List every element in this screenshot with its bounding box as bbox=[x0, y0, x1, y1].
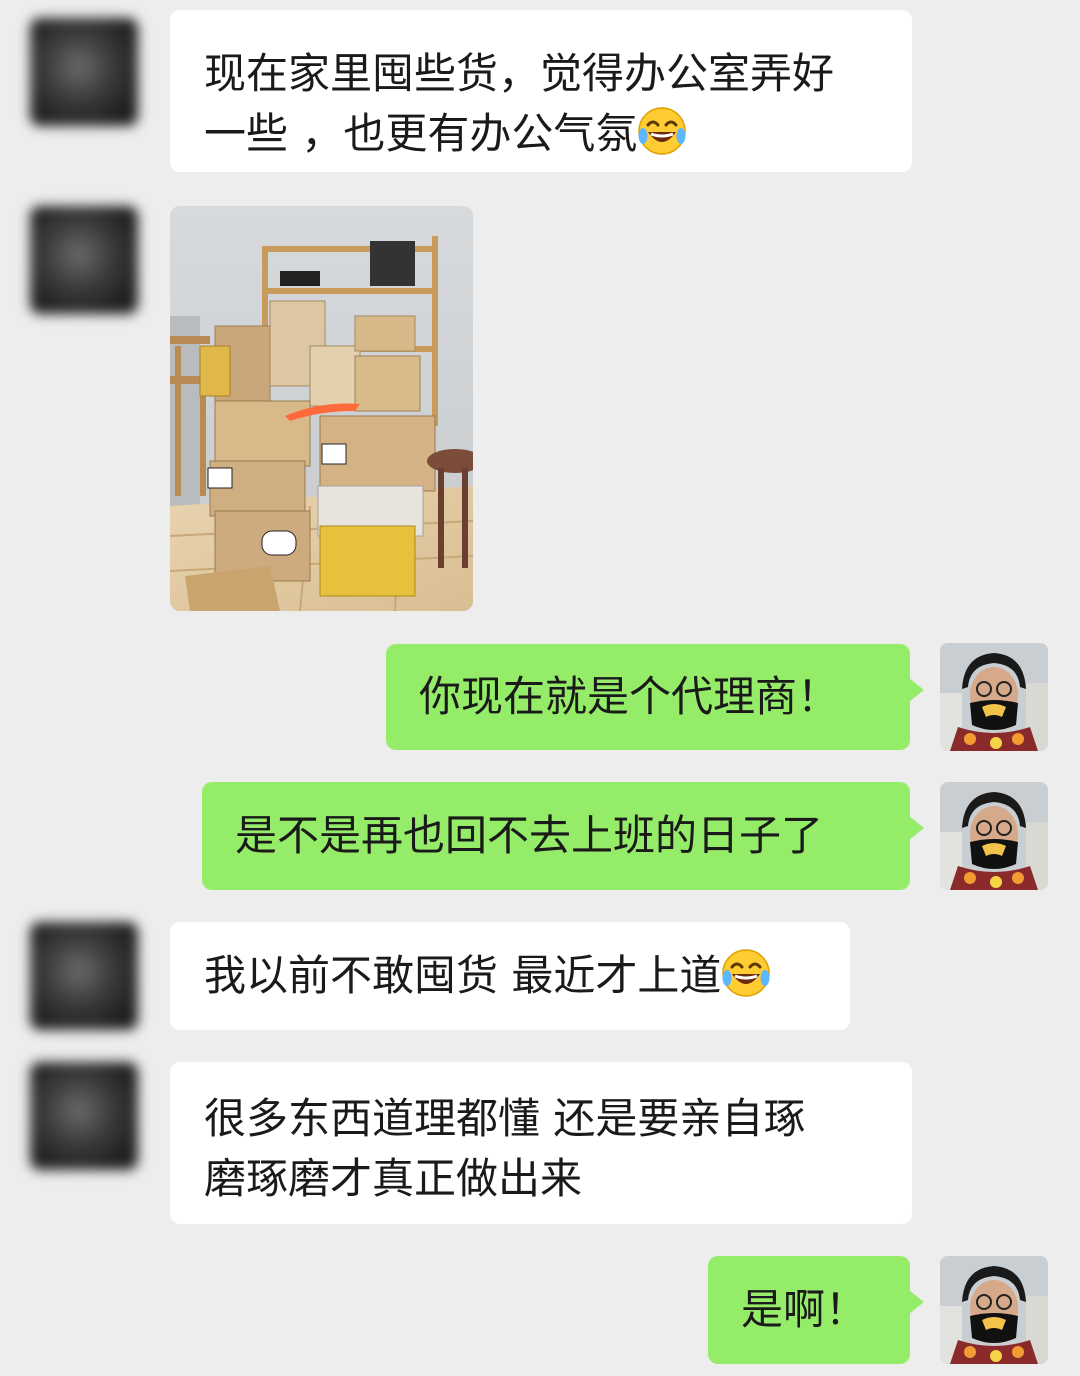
message-text: 是啊！ bbox=[741, 1285, 868, 1334]
user-avatar[interactable] bbox=[940, 643, 1048, 751]
message-text: 现在家里囤些货，觉得办公室弄好 一些 ，也更有办公气氛 bbox=[204, 49, 835, 158]
user-avatar[interactable] bbox=[940, 782, 1048, 890]
user-avatar[interactable] bbox=[940, 1256, 1048, 1364]
contact-avatar[interactable] bbox=[30, 206, 138, 314]
message-bubble[interactable]: 是不是再也回不去上班的日子了 bbox=[202, 782, 924, 890]
message-text: 是不是再也回不去上班的日子了 bbox=[235, 811, 824, 860]
message-bubble[interactable]: 是啊！ bbox=[708, 1256, 924, 1364]
message-bubble[interactable]: 现在家里囤些货，觉得办公室弄好 一些 ，也更有办公气氛 bbox=[170, 10, 912, 172]
message-bubble[interactable]: 你现在就是个代理商！ bbox=[386, 644, 924, 750]
laughing-emoji-icon bbox=[638, 107, 687, 155]
laughing-emoji-icon bbox=[722, 949, 771, 997]
contact-avatar[interactable] bbox=[30, 1062, 138, 1170]
message-bubble[interactable]: 我以前不敢囤货 最近才上道 bbox=[170, 922, 850, 1030]
boxes-on-shelf-photo[interactable] bbox=[170, 206, 473, 611]
message-text: 你现在就是个代理商！ bbox=[419, 672, 840, 721]
contact-avatar[interactable] bbox=[30, 18, 138, 126]
message-bubble[interactable]: 很多东西道理都懂 还是要亲自琢 磨琢磨才真正做出来 bbox=[170, 1062, 912, 1224]
contact-avatar[interactable] bbox=[30, 922, 138, 1030]
message-text: 我以前不敢囤货 最近才上道 bbox=[204, 951, 722, 1000]
message-text: 很多东西道理都懂 还是要亲自琢 磨琢磨才真正做出来 bbox=[204, 1094, 806, 1203]
